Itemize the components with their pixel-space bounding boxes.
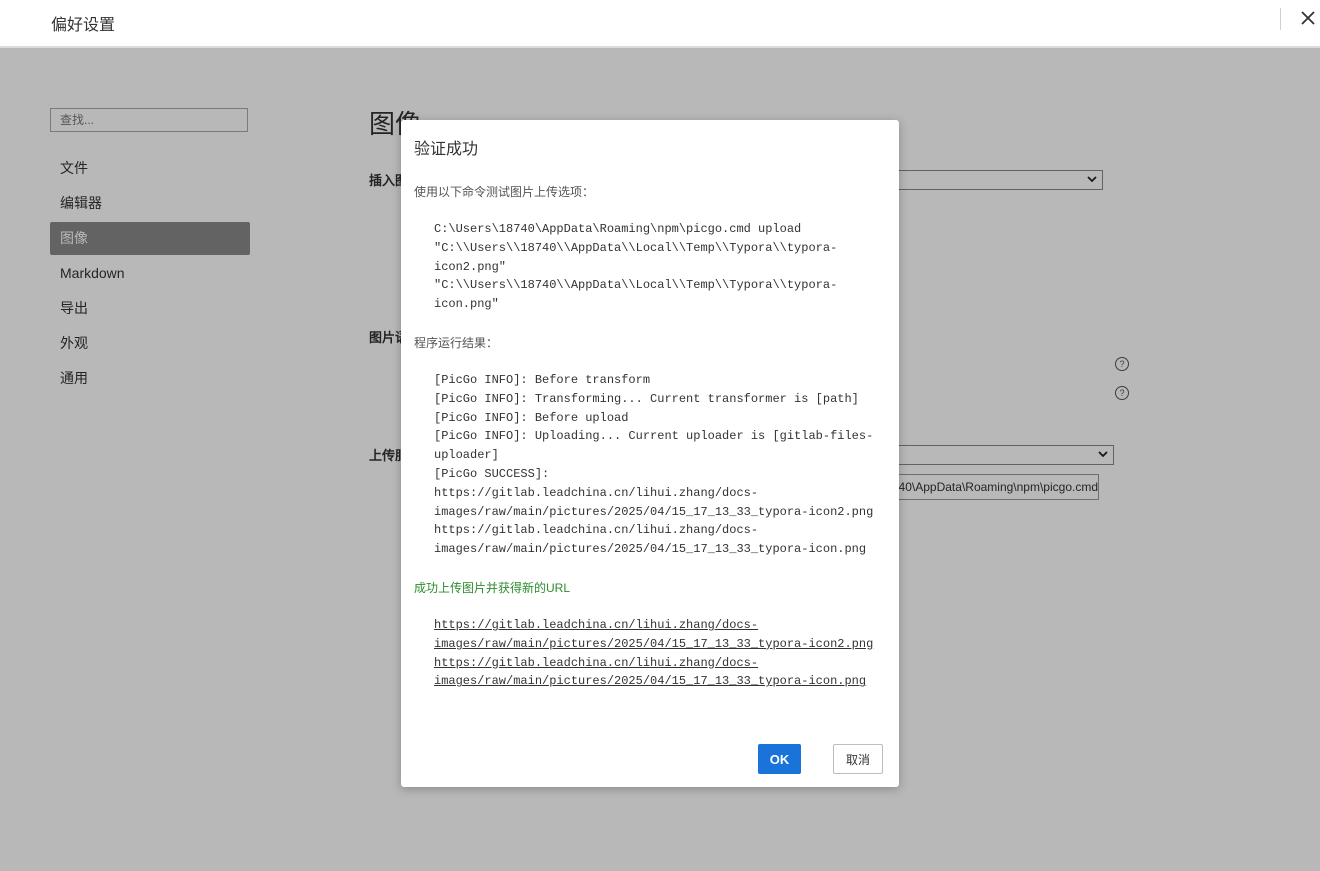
log-line: [PicGo INFO]: Transforming... Current tr… bbox=[434, 391, 859, 406]
command-line: icon2.png" bbox=[434, 259, 507, 274]
log-line: uploader] bbox=[434, 448, 499, 463]
url-list: https://gitlab.leadchina.cn/lihui.zhang/… bbox=[434, 616, 873, 691]
log-line: [PicGo INFO]: Before upload bbox=[434, 410, 629, 425]
result-label: 程序运行结果： bbox=[414, 336, 499, 350]
title-separator bbox=[1280, 8, 1281, 30]
uploaded-url-link[interactable]: https://gitlab.leadchina.cn/lihui.zhang/… bbox=[434, 616, 873, 654]
window-title: 偏好设置 bbox=[51, 17, 116, 34]
title-bar: 偏好设置 bbox=[0, 0, 1320, 48]
result-log: [PicGo INFO]: Before transform [PicGo INF… bbox=[434, 371, 873, 559]
url-line: images/raw/main/pictures/2025/04/15_17_1… bbox=[434, 636, 874, 651]
dialog-title: 验证成功 bbox=[414, 141, 479, 158]
url-line: https://gitlab.leadchina.cn/lihui.zhang/… bbox=[434, 655, 759, 670]
command-line: icon.png" bbox=[434, 297, 499, 312]
ok-button[interactable]: OK bbox=[758, 744, 801, 774]
log-line: images/raw/main/pictures/2025/04/15_17_1… bbox=[434, 542, 867, 557]
uploaded-url-link[interactable]: https://gitlab.leadchina.cn/lihui.zhang/… bbox=[434, 654, 873, 692]
log-line: [PicGo INFO]: Before transform bbox=[434, 373, 651, 387]
command-line: "C:\\Users\\18740\\AppData\\Local\\Temp\… bbox=[434, 240, 838, 255]
command-line: C:\Users\18740\AppData\Roaming\npm\picgo… bbox=[434, 222, 802, 236]
success-message: 成功上传图片并获得新的URL bbox=[414, 581, 571, 595]
dialog-intro-text: 使用以下命令测试图片上传选项： bbox=[414, 185, 595, 199]
cancel-button[interactable]: 取消 bbox=[833, 744, 883, 774]
url-line: https://gitlab.leadchina.cn/lihui.zhang/… bbox=[434, 618, 759, 632]
url-line: images/raw/main/pictures/2025/04/15_17_1… bbox=[434, 674, 867, 689]
command-line: "C:\\Users\\18740\\AppData\\Local\\Temp\… bbox=[434, 278, 838, 293]
log-line: https://gitlab.leadchina.cn/lihui.zhang/… bbox=[434, 523, 759, 538]
log-line: https://gitlab.leadchina.cn/lihui.zhang/… bbox=[434, 485, 759, 500]
verify-success-dialog: 验证成功 使用以下命令测试图片上传选项： C:\Users\18740\AppD… bbox=[401, 120, 899, 787]
log-line: [PicGo SUCCESS]: bbox=[434, 466, 550, 481]
close-icon bbox=[1301, 11, 1315, 25]
log-line: [PicGo INFO]: Uploading... Current uploa… bbox=[434, 429, 874, 444]
command-block: C:\Users\18740\AppData\Roaming\npm\picgo… bbox=[434, 220, 837, 314]
close-button[interactable] bbox=[1296, 6, 1320, 32]
log-line: images/raw/main/pictures/2025/04/15_17_1… bbox=[434, 504, 874, 519]
